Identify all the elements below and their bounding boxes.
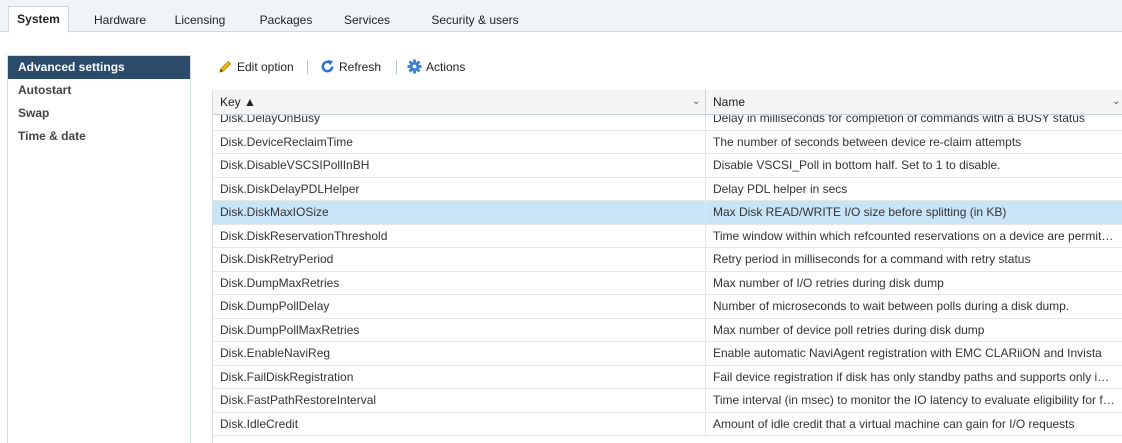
column-header-name[interactable]: Name ⌄ xyxy=(706,90,1122,115)
name-cell: Disable VSCSI_Poll in bottom half. Set t… xyxy=(713,158,1001,172)
table-row[interactable]: Disk.DumpPollMaxRetries Max number of de… xyxy=(213,318,1122,342)
name-cell: Amount of idle credit that a virtual mac… xyxy=(713,416,1075,431)
tab-services[interactable]: Services xyxy=(332,8,402,32)
gear-icon xyxy=(407,59,422,74)
table-row[interactable]: Disk.IdleCredit Amount of idle credit th… xyxy=(213,412,1122,436)
refresh-label: Refresh xyxy=(339,60,382,74)
refresh-icon xyxy=(321,59,334,73)
name-cell: Fail device registration if disk has onl… xyxy=(713,369,1122,384)
name-cell: Time window within which refcounted rese… xyxy=(713,228,1119,243)
key-cell: Disk.DumpPollDelay xyxy=(213,295,706,317)
grid-rows: Disk.DelayOnBusy Delay in milliseconds f… xyxy=(213,107,1122,436)
key-cell: Disk.DumpMaxRetries xyxy=(213,271,706,294)
edit-option-label: Edit option xyxy=(237,60,294,74)
key-cell: Disk.FastPathRestoreInterval xyxy=(213,389,706,411)
name-cell: Number of microseconds to wait between p… xyxy=(713,299,1070,313)
name-cell: Max number of I/O retries during disk du… xyxy=(713,275,944,290)
name-cell: The number of seconds between device re-… xyxy=(713,134,1022,149)
advanced-settings-grid: Disk.DelayOnBusy Delay in milliseconds f… xyxy=(212,90,1122,443)
pencil-icon xyxy=(219,60,232,73)
name-cell: Enable automatic NaviAgent registration … xyxy=(713,346,1102,360)
toolbar-divider xyxy=(396,60,397,74)
sidebar-item-swap[interactable]: Swap xyxy=(8,102,190,125)
tab-hardware[interactable]: Hardware xyxy=(78,8,162,32)
sidebar-nav: Advanced settings Autostart Swap Time & … xyxy=(7,55,191,443)
column-header-name-label: Name xyxy=(713,95,746,109)
name-cell: Retry period in milliseconds for a comma… xyxy=(713,252,1031,266)
table-row[interactable]: Disk.DiskDelayPDLHelper Delay PDL helper… xyxy=(213,177,1122,201)
name-cell: Delay PDL helper in secs xyxy=(713,181,848,196)
key-cell: Disk.FailDiskRegistration xyxy=(213,365,706,388)
key-cell: Disk.EnableNaviReg xyxy=(213,342,706,364)
top-tab-bar: System Hardware Licensing Packages Servi… xyxy=(0,0,1122,33)
table-row[interactable]: Disk.DisableVSCSIPollInBH Disable VSCSI_… xyxy=(213,154,1122,178)
grid-header: Key ▲ ⌄ Name ⌄ xyxy=(213,90,1122,115)
key-cell: Disk.DiskReservationThreshold xyxy=(213,224,706,247)
tab-system[interactable]: System xyxy=(8,6,69,33)
chevron-down-icon[interactable]: ⌄ xyxy=(692,90,700,114)
sidebar-item-time-date[interactable]: Time & date xyxy=(8,125,190,148)
sidebar-item-autostart[interactable]: Autostart xyxy=(8,79,190,102)
name-cell: Max number of device poll retries during… xyxy=(713,322,985,337)
toolbar-divider xyxy=(307,60,308,74)
name-cell: Time interval (in msec) to monitor the I… xyxy=(713,393,1122,407)
name-cell: Max Disk READ/WRITE I/O size before spli… xyxy=(713,205,1007,219)
key-cell: Disk.IdleCredit xyxy=(213,412,706,435)
key-cell: Disk.DiskRetryPeriod xyxy=(213,248,706,270)
chevron-down-icon[interactable]: ⌄ xyxy=(1112,90,1120,114)
key-cell: Disk.DumpPollMaxRetries xyxy=(213,318,706,341)
sidebar-item-advanced-settings[interactable]: Advanced settings xyxy=(8,56,190,79)
table-row[interactable]: Disk.DiskRetryPeriod Retry period in mil… xyxy=(213,248,1122,272)
table-row-selected[interactable]: Disk.DiskMaxIOSize Max Disk READ/WRITE I… xyxy=(213,201,1122,225)
column-header-key[interactable]: Key ▲ ⌄ xyxy=(213,90,706,115)
key-cell: Disk.DiskDelayPDLHelper xyxy=(213,177,706,200)
table-row[interactable]: Disk.DumpMaxRetries Max number of I/O re… xyxy=(213,271,1122,295)
key-cell: Disk.DisableVSCSIPollInBH xyxy=(213,154,706,176)
table-row[interactable]: Disk.FastPathRestoreInterval Time interv… xyxy=(213,389,1122,413)
actions-label: Actions xyxy=(426,60,466,74)
table-row[interactable]: Disk.DiskReservationThreshold Time windo… xyxy=(213,224,1122,248)
key-cell: Disk.DiskMaxIOSize xyxy=(213,201,706,223)
column-header-key-label: Key ▲ xyxy=(220,95,256,109)
tab-licensing[interactable]: Licensing xyxy=(168,8,232,32)
table-row[interactable]: Disk.EnableNaviReg Enable automatic Navi… xyxy=(213,342,1122,366)
table-row[interactable]: Disk.DumpPollDelay Number of microsecond… xyxy=(213,295,1122,319)
tab-packages[interactable]: Packages xyxy=(252,8,320,32)
table-row[interactable]: Disk.FailDiskRegistration Fail device re… xyxy=(213,365,1122,389)
key-cell: Disk.DeviceReclaimTime xyxy=(213,130,706,153)
table-row[interactable]: Disk.DeviceReclaimTime The number of sec… xyxy=(213,130,1122,154)
tab-security-users[interactable]: Security & users xyxy=(425,8,525,32)
